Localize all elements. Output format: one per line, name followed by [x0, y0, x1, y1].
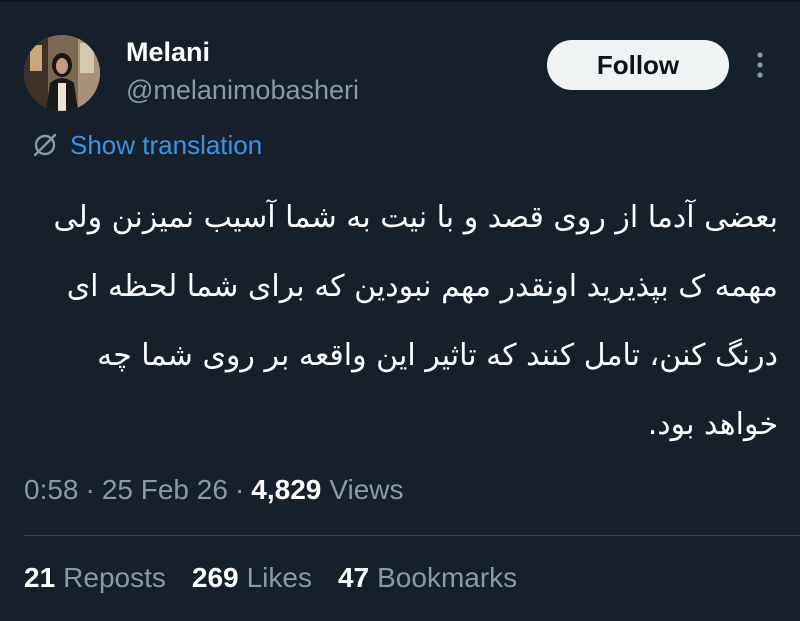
tweet-time[interactable]: 0:58: [24, 474, 79, 506]
show-translation-link[interactable]: Show translation: [32, 128, 262, 162]
avatar[interactable]: [24, 35, 100, 111]
top-divider: [0, 0, 800, 2]
user-handle[interactable]: @melanimobasheri: [126, 74, 359, 106]
more-vertical-icon: [757, 52, 763, 78]
tweet-date[interactable]: 25 Feb 26: [102, 474, 228, 506]
more-options-button[interactable]: [748, 48, 772, 82]
tweet-line: خواهد بود.: [647, 407, 778, 442]
tweet-line: درنگ کنن، تامل کنند که تاثیر این واقعه ب…: [97, 338, 778, 373]
translate-icon: [33, 133, 57, 157]
stats-divider: [24, 535, 800, 536]
tweet-line: مهمه ک بپذیرید اونقدر مهم نبودین که برای…: [66, 269, 778, 304]
show-translation-label: Show translation: [70, 129, 263, 160]
reposts-count: 21: [24, 562, 56, 593]
tweet-line: بعضی آدما از روی قصد و با نیت به شما آسی…: [53, 200, 778, 235]
reposts-stat[interactable]: 21 Reposts: [24, 562, 166, 594]
bookmarks-label: Bookmarks: [377, 562, 518, 593]
engagement-stats: 21 Reposts 269 Likes 47 Bookmarks: [24, 558, 543, 598]
follow-button[interactable]: Follow: [547, 40, 729, 90]
meta-separator: ·: [234, 474, 245, 505]
reposts-label: Reposts: [63, 562, 166, 593]
avatar-photo: [24, 35, 100, 111]
tweet-meta: 0:58 · 25 Feb 26 · 4,829 Views: [24, 470, 404, 510]
bookmarks-stat[interactable]: 47 Bookmarks: [338, 562, 517, 594]
likes-stat[interactable]: 269 Likes: [192, 562, 312, 594]
likes-label: Likes: [246, 562, 312, 593]
tweet-text: بعضی آدما از روی قصد و با نیت به شما آسی…: [26, 183, 778, 459]
views-count: 4,829: [251, 474, 322, 505]
likes-count: 269: [191, 562, 239, 593]
bookmarks-count: 47: [337, 562, 370, 593]
views-label: Views: [329, 474, 404, 505]
meta-separator: ·: [85, 474, 95, 505]
display-name[interactable]: Melani: [126, 36, 210, 68]
